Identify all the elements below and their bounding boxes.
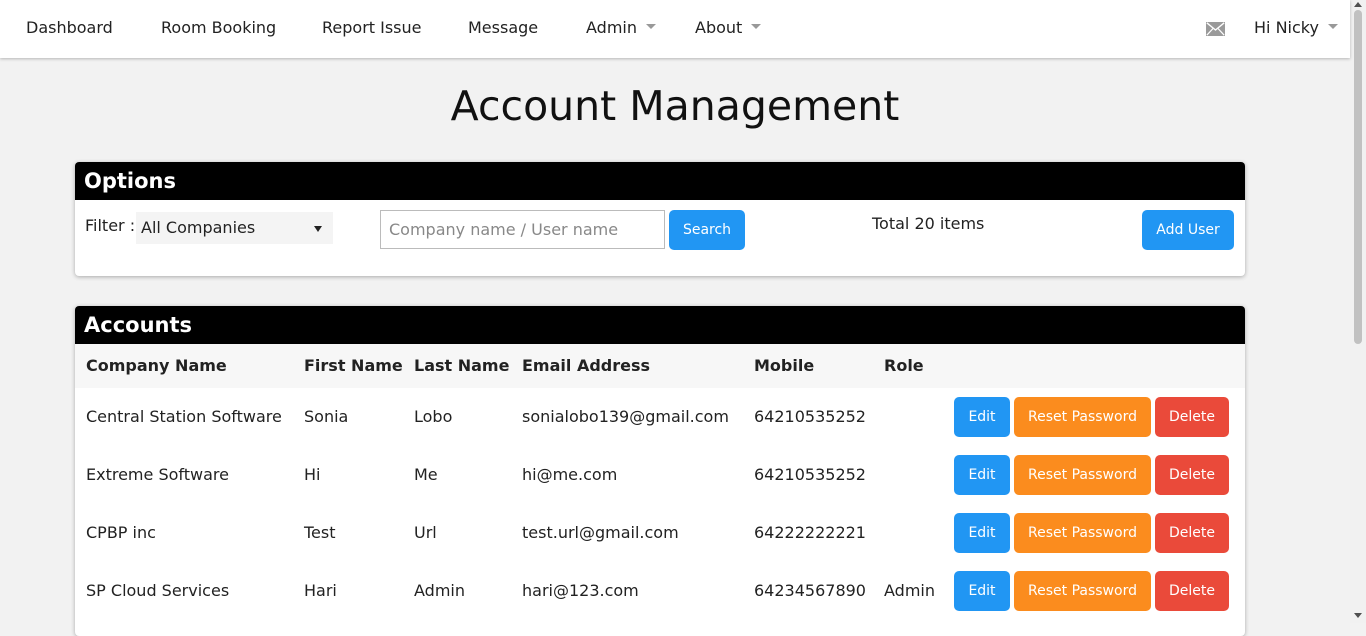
edit-button[interactable]: Edit: [954, 571, 1010, 611]
delete-button[interactable]: Delete: [1155, 571, 1229, 611]
nav-room-booking[interactable]: Room Booking: [161, 18, 276, 37]
last-name-cell: Me: [414, 465, 438, 484]
last-name-cell: Url: [414, 523, 437, 542]
nav-admin[interactable]: Admin: [586, 18, 656, 37]
company-cell: SP Cloud Services: [86, 581, 230, 600]
caret-down-icon: [751, 24, 762, 29]
nav-about[interactable]: About: [695, 18, 762, 37]
envelope-icon[interactable]: [1206, 22, 1225, 36]
filter-label: Filter :: [85, 216, 136, 235]
mobile-cell: 64210535252: [754, 465, 866, 484]
top-navbar: Dashboard Room Booking Report Issue Mess…: [0, 0, 1350, 58]
column-header-email: Email Address: [522, 356, 651, 375]
edit-button[interactable]: Edit: [954, 513, 1010, 553]
email-cell: hi@me.com: [522, 465, 618, 484]
column-header-company: Company Name: [86, 356, 227, 375]
role-cell: Admin: [884, 581, 935, 600]
search-button[interactable]: Search: [669, 210, 745, 250]
reset-password-button[interactable]: Reset Password: [1014, 455, 1151, 495]
page-scrollbar[interactable]: [1350, 0, 1366, 623]
email-cell: test.url@gmail.com: [522, 523, 679, 542]
table-row: SP Cloud Services Hari Admin hari@123.co…: [75, 562, 1245, 620]
add-user-button[interactable]: Add User: [1142, 210, 1234, 250]
caret-down-icon: [1327, 24, 1338, 29]
nav-admin-label: Admin: [586, 18, 637, 37]
options-heading: Options: [75, 162, 1245, 200]
edit-button[interactable]: Edit: [954, 397, 1010, 437]
search-input[interactable]: [380, 210, 665, 249]
reset-password-button[interactable]: Reset Password: [1014, 513, 1151, 553]
mobile-cell: 64234567890: [754, 581, 866, 600]
company-cell: CPBP inc: [86, 523, 156, 542]
accounts-heading: Accounts: [75, 306, 1245, 344]
table-row: Extreme Software Hi Me hi@me.com 6421053…: [75, 446, 1245, 504]
last-name-cell: Admin: [414, 581, 465, 600]
column-header-last-name: Last Name: [414, 356, 510, 375]
column-header-role: Role: [884, 356, 924, 375]
reset-password-button[interactable]: Reset Password: [1014, 397, 1151, 437]
first-name-cell: Sonia: [304, 407, 349, 426]
delete-button[interactable]: Delete: [1155, 455, 1229, 495]
table-row: Central Station Software Sonia Lobo soni…: [75, 388, 1245, 446]
column-header-mobile: Mobile: [754, 356, 815, 375]
first-name-cell: Hi: [304, 465, 321, 484]
scroll-down-arrow-icon[interactable]: [1354, 613, 1362, 618]
nav-report-issue[interactable]: Report Issue: [322, 18, 422, 37]
accounts-panel: Accounts Company Name First Name Last Na…: [75, 306, 1245, 636]
nav-message[interactable]: Message: [468, 18, 538, 37]
mobile-cell: 64210535252: [754, 407, 866, 426]
total-items-count: Total 20 items: [872, 214, 985, 233]
first-name-cell: Hari: [304, 581, 337, 600]
email-cell: sonialobo139@gmail.com: [522, 407, 729, 426]
last-name-cell: Lobo: [414, 407, 453, 426]
scroll-up-arrow-icon[interactable]: [1354, 2, 1362, 7]
delete-button[interactable]: Delete: [1155, 513, 1229, 553]
nav-dashboard[interactable]: Dashboard: [26, 18, 113, 37]
caret-down-icon: [646, 24, 656, 29]
scroll-thumb[interactable]: [1354, 10, 1362, 344]
table-row: CPBP inc Test Url test.url@gmail.com 642…: [75, 504, 1245, 562]
page-title: Account Management: [450, 82, 900, 130]
company-cell: Extreme Software: [86, 465, 229, 484]
reset-password-button[interactable]: Reset Password: [1014, 571, 1151, 611]
table-header-row: Company Name First Name Last Name Email …: [75, 344, 1245, 388]
options-panel: Options Filter : All Companies Search To…: [75, 162, 1245, 276]
filter-selected-value: All Companies: [141, 218, 256, 237]
user-menu[interactable]: Hi Nicky: [1254, 18, 1338, 37]
delete-button[interactable]: Delete: [1155, 397, 1229, 437]
company-cell: Central Station Software: [86, 407, 282, 426]
dropdown-arrow-icon: [314, 226, 322, 232]
company-filter-select[interactable]: All Companies: [136, 212, 333, 244]
mobile-cell: 64222222221: [754, 523, 866, 542]
first-name-cell: Test: [304, 523, 336, 542]
email-cell: hari@123.com: [522, 581, 639, 600]
nav-about-label: About: [695, 18, 743, 37]
user-greeting: Hi Nicky: [1254, 18, 1319, 37]
column-header-first-name: First Name: [304, 356, 403, 375]
edit-button[interactable]: Edit: [954, 455, 1010, 495]
